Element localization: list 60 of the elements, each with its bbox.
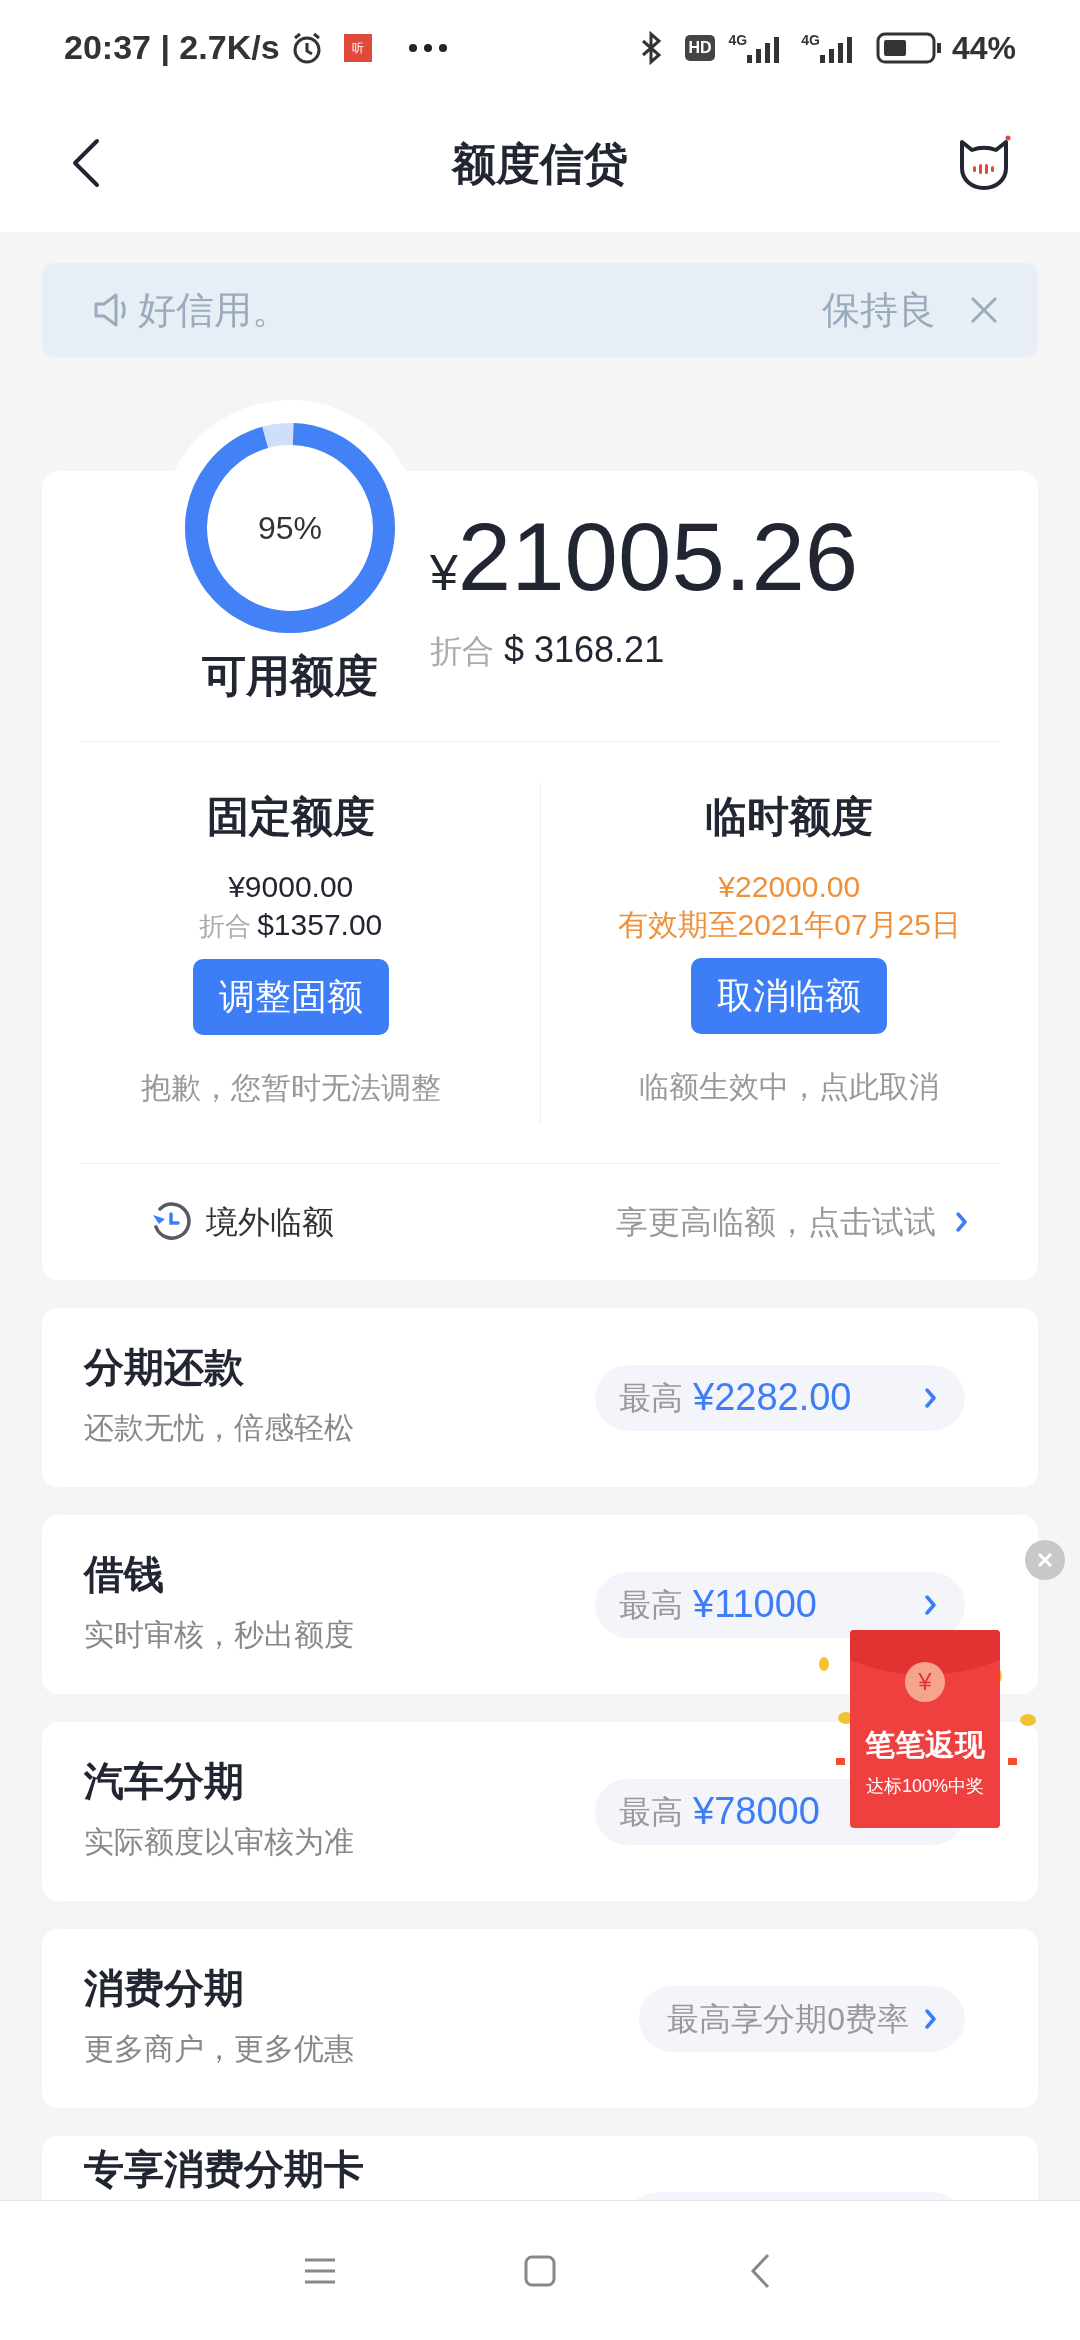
coin-icon: ¥ xyxy=(905,1662,945,1702)
max-label: 最高 xyxy=(619,1585,683,1625)
max-amount-pill[interactable]: 最高 ¥2282.00 xyxy=(595,1364,965,1431)
service-card[interactable]: 分期还款 还款无忧，倍感轻松 最高 ¥2282.00 xyxy=(42,1308,1038,1487)
hd-badge: HD xyxy=(685,34,715,61)
ring-percent: 95% xyxy=(258,509,322,548)
service-subtitle: 实际额度以审核为准 xyxy=(84,1824,355,1860)
service-title: 分期还款 xyxy=(84,1344,245,1391)
max-amount: ¥11000 xyxy=(693,1582,817,1627)
service-title: 专享消费分期卡 xyxy=(84,2146,365,2193)
more-icon xyxy=(407,42,448,53)
network-label: 4G xyxy=(728,32,748,47)
service-title: 消费分期 xyxy=(84,1965,245,2012)
available-label: 可用额度 xyxy=(202,650,378,702)
promo-envelope-toast[interactable]: ¥ 笔笔返现 达标100%中奖 xyxy=(850,1630,1000,1828)
currency-symbol: ¥ xyxy=(430,545,458,603)
page-title: 额度信贷 xyxy=(452,137,628,190)
limit-button[interactable]: 调整固额 xyxy=(192,958,389,1035)
converted-amount: $1357.00 xyxy=(257,906,383,943)
overseas-label: 境外临额 xyxy=(206,1203,334,1242)
close-icon xyxy=(1036,1551,1054,1569)
limit-title: 临时额度 xyxy=(705,796,874,838)
menu-icon xyxy=(304,2257,336,2284)
service-card[interactable]: 消费分期 更多商户，更多优惠 最高享分期0费率 xyxy=(42,1929,1038,2108)
service-title: 借钱 xyxy=(84,1551,165,1598)
converted-amount: $ 3168.21 xyxy=(504,628,665,672)
close-icon xyxy=(969,295,999,325)
offer-pill[interactable]: 最高享分期0费率 xyxy=(639,1985,965,2052)
limit-note: 临额生效中，点此取消 xyxy=(639,1069,940,1105)
limit-amount: ¥9000.00 xyxy=(228,868,354,905)
max-amount-pill[interactable]: 最高 ¥11000 xyxy=(595,1571,965,1638)
limit-note: 抱歉，您暂时无法调整 xyxy=(140,1069,441,1106)
battery-icon xyxy=(875,31,942,64)
service-subtitle: 更多商户，更多优惠 xyxy=(84,2031,355,2067)
limit-button[interactable]: 取消临额 xyxy=(691,958,888,1034)
notice-text: 好信用。 xyxy=(138,287,290,333)
clock-arrow-icon xyxy=(150,1201,192,1243)
service-subtitle: 实时审核，秒出额度 xyxy=(84,1617,355,1653)
service-subtitle: 还款无忧，倍感轻松 xyxy=(84,1410,355,1446)
battery-percent: 44% xyxy=(951,28,1016,68)
available-amount: 21005.26 xyxy=(457,509,859,605)
chevron-right-icon xyxy=(923,2006,939,2031)
service-title: 汽车分期 xyxy=(84,1758,245,1805)
limit-amount: ¥22000.00 xyxy=(718,869,861,905)
app-icon: 听 xyxy=(343,33,372,62)
max-label: 最高 xyxy=(619,1378,683,1418)
validity-text: 有效期至2021年07月25日 xyxy=(617,907,961,943)
notice-text: 保持良 xyxy=(822,287,936,333)
converted-label: 折合 xyxy=(430,632,494,671)
max-label: 最高 xyxy=(619,1792,683,1832)
converted-label: 折合 xyxy=(199,909,252,943)
square-icon xyxy=(524,2254,556,2287)
network-label: 4G xyxy=(801,32,820,47)
max-amount: ¥78000 xyxy=(693,1789,820,1834)
chevron-right-icon xyxy=(954,1210,970,1234)
status-time: 20:37 | 2.7K/s xyxy=(64,27,280,68)
packet-title: 笔笔返现 xyxy=(865,1727,985,1763)
overseas-link[interactable]: 享更高临额，点击试试 xyxy=(616,1198,970,1246)
max-amount: ¥2282.00 xyxy=(693,1375,852,1420)
limit-title: 固定额度 xyxy=(206,795,375,838)
